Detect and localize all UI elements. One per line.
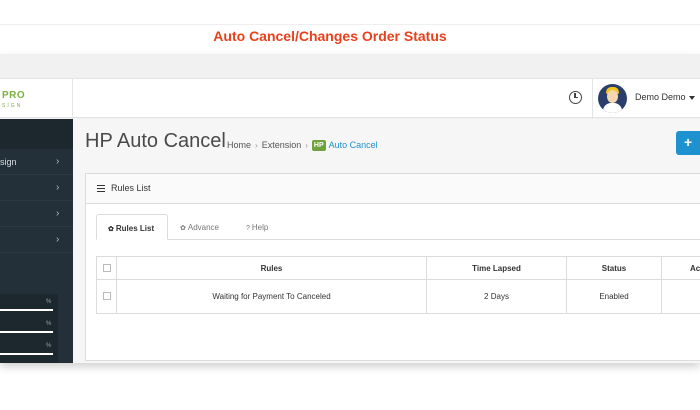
table-header-row: Rules Time Lapsed Status Ac — [97, 257, 700, 280]
sidebar-item-label: sign — [0, 157, 17, 167]
logo-text: PRO — [2, 90, 26, 101]
banner-title: Auto Cancel/Changes Order Status — [213, 28, 447, 44]
sidebar-item[interactable]: › — [0, 227, 73, 253]
stat-row: % — [0, 297, 58, 319]
breadcrumb: Home › Extension › HP Auto Cancel — [227, 140, 378, 151]
rule-cell: Waiting for Payment To Canceled — [117, 280, 427, 314]
breadcrumb-separator: › — [255, 141, 258, 150]
list-icon — [97, 185, 105, 192]
page-title: HP Auto Cancel — [85, 130, 226, 152]
time-lapsed-cell: 2 Days — [427, 280, 567, 314]
rules-table: Rules Time Lapsed Status Ac Waiting for … — [96, 256, 700, 314]
stat-percent: % — [46, 321, 52, 327]
question-icon: ? — [246, 225, 250, 232]
gears-icon: ✿ — [180, 225, 186, 232]
tab-advance[interactable]: ✿ Advance — [180, 214, 238, 240]
sidebar-stats: % % % — [0, 294, 58, 363]
breadcrumb-extension[interactable]: Extension — [262, 140, 302, 150]
stat-row: % — [0, 341, 58, 363]
user-name[interactable]: Demo Demo — [635, 92, 686, 102]
hp-badge: HP — [311, 140, 326, 151]
avatar-body — [603, 103, 622, 113]
tab-label: Help — [251, 223, 269, 232]
table-row: Waiting for Payment To Canceled 2 Days E… — [97, 280, 700, 314]
sidebar-item[interactable]: › — [0, 175, 73, 201]
column-header[interactable]: Rules — [117, 257, 427, 279]
chevron-right-icon: › — [56, 234, 60, 245]
chevron-down-icon[interactable] — [689, 96, 695, 100]
select-all-cell — [97, 257, 117, 279]
sidebar-item[interactable]: › — [0, 201, 73, 227]
avatar[interactable] — [598, 84, 627, 113]
chevron-right-icon: › — [56, 156, 60, 167]
select-all-checkbox[interactable] — [103, 264, 111, 272]
column-header[interactable]: Status — [567, 257, 662, 279]
stat-percent: % — [46, 299, 52, 305]
avatar-face — [607, 90, 618, 103]
status-cell: Enabled — [567, 280, 662, 314]
tab-label: Advance — [187, 223, 220, 232]
chevron-right-icon: › — [56, 182, 60, 193]
screenshot-stage: Auto Cancel/Changes Order Status PRO SIG… — [0, 0, 700, 410]
gear-icon: ✿ — [108, 226, 114, 233]
rules-panel: Rules List ✿Rules List ✿Advance ?Help — [85, 173, 700, 361]
clock-icon[interactable] — [569, 91, 582, 104]
stat-bar — [0, 353, 53, 355]
top-bar: PRO SIGN Demo Demo — [0, 78, 700, 119]
sidebar-header — [0, 119, 73, 149]
tab-bar: ✿ Rules List ✿ Advance ? Help — [96, 214, 700, 240]
stat-bar — [0, 331, 53, 333]
sidebar-item-design[interactable]: sign › — [0, 149, 73, 175]
sidebar: sign › › › › % % % — [0, 119, 73, 363]
logo[interactable]: PRO SIGN — [0, 79, 73, 119]
stat-bar — [0, 309, 53, 311]
user-divider — [592, 79, 593, 119]
breadcrumb-home[interactable]: Home — [227, 140, 251, 150]
tab-rules-list[interactable]: ✿ Rules List — [96, 214, 168, 240]
add-button[interactable]: + — [676, 131, 700, 155]
main-content: HP Auto Cancel Home › Extension › HP Auto Can… — [73, 119, 700, 363]
column-header[interactable]: Time Lapsed — [427, 257, 567, 279]
row-select-cell — [97, 280, 117, 314]
tab-help[interactable]: ? Help — [246, 214, 286, 240]
row-checkbox[interactable] — [103, 292, 111, 300]
panel-title: Rules List — [111, 183, 151, 193]
admin-window: PRO SIGN Demo Demo sign › › › › % % % HP… — [0, 54, 700, 363]
chevron-right-icon: › — [56, 208, 60, 219]
action-cell — [662, 280, 700, 314]
stat-percent: % — [46, 343, 52, 349]
column-header: Ac — [690, 264, 700, 273]
breadcrumb-separator: › — [305, 141, 308, 150]
tab-label: Rules List — [115, 224, 155, 233]
panel-heading: Rules List — [86, 174, 700, 204]
logo-subtext: SIGN — [2, 103, 23, 109]
stat-row: % — [0, 319, 58, 341]
breadcrumb-current[interactable]: Auto Cancel — [329, 140, 378, 150]
